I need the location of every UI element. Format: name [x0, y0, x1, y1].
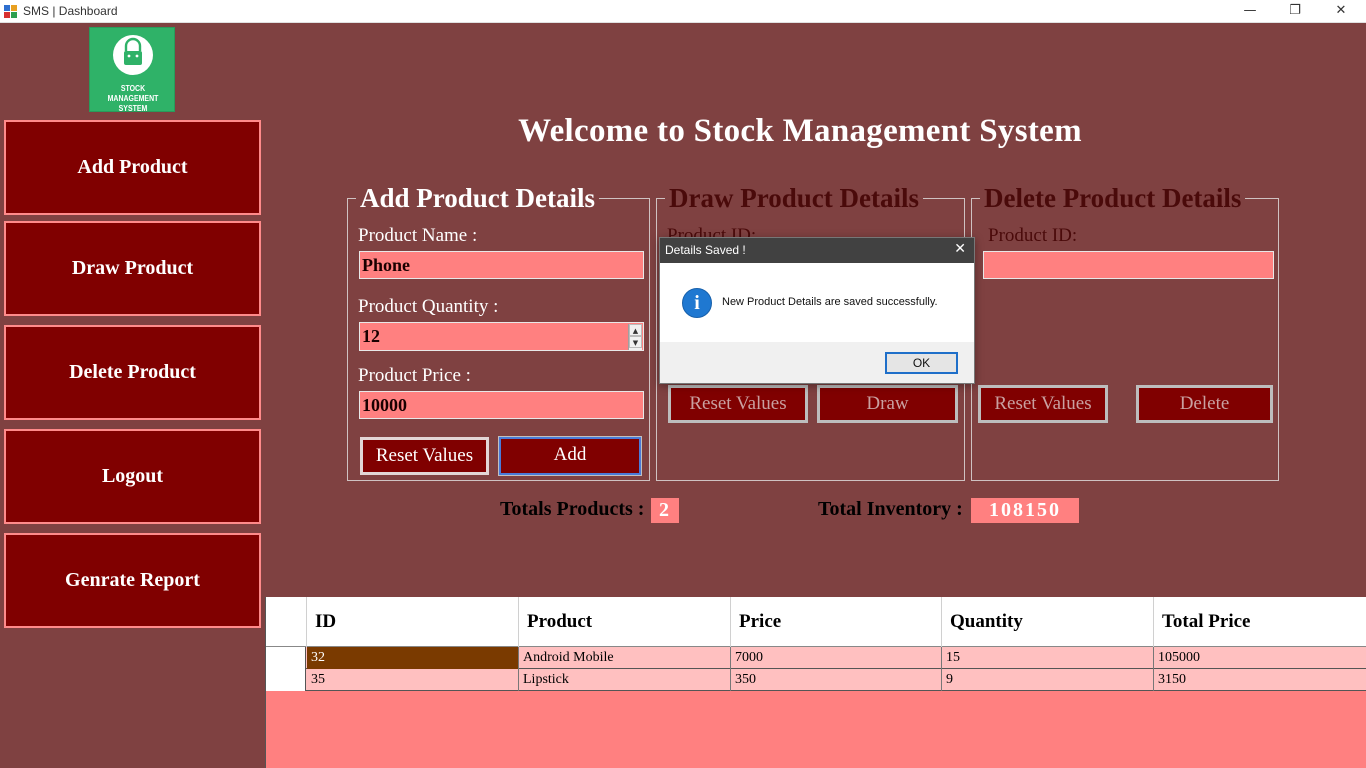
cell-total-price[interactable]: 105000 [1154, 647, 1366, 669]
cell-total-price[interactable]: 3150 [1154, 669, 1366, 691]
spin-down-icon[interactable]: ▼ [629, 336, 642, 348]
add-product-panel: Add Product Details Product Name : Phone… [347, 183, 650, 481]
draw-reset-button[interactable]: Reset Values [668, 385, 808, 423]
dialog-message: New Product Details are saved successful… [722, 296, 938, 308]
table-row[interactable]: 32 Android Mobile 7000 15 105000 [266, 647, 1366, 669]
grid-corner-cell[interactable] [266, 597, 307, 647]
add-button[interactable]: Add [498, 436, 642, 476]
page-title: Welcome to Stock Management System [518, 113, 1082, 149]
logo-caption: STOCK MANAGEMENT SYSTEM [107, 83, 159, 113]
delete-panel-title: Delete Product Details [980, 183, 1246, 214]
product-price-label: Product Price : [358, 365, 471, 386]
row-header[interactable] [266, 647, 306, 669]
cell-id[interactable]: 32 [307, 647, 519, 669]
cell-price[interactable]: 7000 [731, 647, 942, 669]
draw-button[interactable]: Draw [817, 385, 958, 423]
delete-product-id-input[interactable] [983, 251, 1274, 279]
spin-up-icon[interactable]: ▲ [629, 324, 642, 336]
cell-id[interactable]: 35 [307, 669, 519, 691]
ok-button[interactable]: OK [885, 352, 958, 374]
grid-header: ID Product Price Quantity Total Price [266, 597, 1366, 647]
dialog-close-icon[interactable]: ✕ [954, 241, 966, 257]
draw-product-nav-button[interactable]: Draw Product [4, 221, 261, 316]
title-bar: SMS | Dashboard — ❐ ✕ [0, 0, 1366, 23]
total-inventory-label: Total Inventory : [818, 498, 963, 520]
minimize-button[interactable]: — [1227, 0, 1273, 23]
app-icon [4, 5, 17, 18]
delete-product-panel: Delete Product Details Product ID: Reset… [971, 183, 1279, 481]
cell-quantity[interactable]: 15 [942, 647, 1154, 669]
table-row[interactable]: 35 Lipstick 350 9 3150 [266, 669, 1366, 691]
cell-price[interactable]: 350 [731, 669, 942, 691]
add-product-nav-button[interactable]: Add Product [4, 120, 261, 215]
column-header-price[interactable]: Price [731, 597, 942, 647]
add-panel-title: Add Product Details [356, 183, 600, 214]
shopping-bag-icon [113, 35, 153, 75]
product-price-input[interactable]: 10000 [359, 391, 644, 419]
column-header-product[interactable]: Product [519, 597, 731, 647]
dialog-title: Details Saved ! [665, 243, 746, 257]
delete-product-nav-button[interactable]: Delete Product [4, 325, 261, 420]
delete-button[interactable]: Delete [1136, 385, 1273, 423]
product-quantity-stepper[interactable]: 12 ▲ ▼ [359, 322, 644, 351]
cell-product[interactable]: Lipstick [519, 669, 731, 691]
app-logo: STOCK MANAGEMENT SYSTEM [89, 27, 175, 113]
close-button[interactable]: ✕ [1318, 0, 1364, 23]
total-products-label: Totals Products : [500, 498, 645, 520]
draw-panel-title: Draw Product Details [665, 183, 923, 214]
add-reset-button[interactable]: Reset Values [360, 437, 489, 475]
products-grid[interactable]: ID Product Price Quantity Total Price 32… [265, 597, 1366, 768]
product-quantity-value: 12 [362, 326, 380, 346]
generate-report-nav-button[interactable]: Genrate Report [4, 533, 261, 628]
column-header-total-price[interactable]: Total Price [1154, 597, 1366, 647]
info-icon: i [682, 288, 712, 318]
total-products-value: 2 [651, 498, 679, 523]
product-quantity-label: Product Quantity : [358, 296, 499, 317]
product-name-input[interactable]: Phone [359, 251, 644, 279]
total-inventory-value: 108150 [971, 498, 1079, 523]
dialog-footer: OK [660, 342, 974, 383]
row-header[interactable] [266, 669, 306, 691]
delete-product-id-label: Product ID: [988, 225, 1078, 246]
window-title: SMS | Dashboard [23, 4, 118, 18]
dialog-title-bar: Details Saved ! ✕ [660, 238, 974, 263]
quantity-spin-buttons[interactable]: ▲ ▼ [628, 324, 642, 350]
logout-nav-button[interactable]: Logout [4, 429, 261, 524]
product-name-label: Product Name : [358, 225, 478, 246]
delete-reset-button[interactable]: Reset Values [978, 385, 1108, 423]
restore-button[interactable]: ❐ [1272, 0, 1318, 23]
column-header-quantity[interactable]: Quantity [942, 597, 1154, 647]
cell-product[interactable]: Android Mobile [519, 647, 731, 669]
cell-quantity[interactable]: 9 [942, 669, 1154, 691]
column-header-id[interactable]: ID [307, 597, 519, 647]
details-saved-dialog: Details Saved ! ✕ i New Product Details … [659, 237, 975, 384]
